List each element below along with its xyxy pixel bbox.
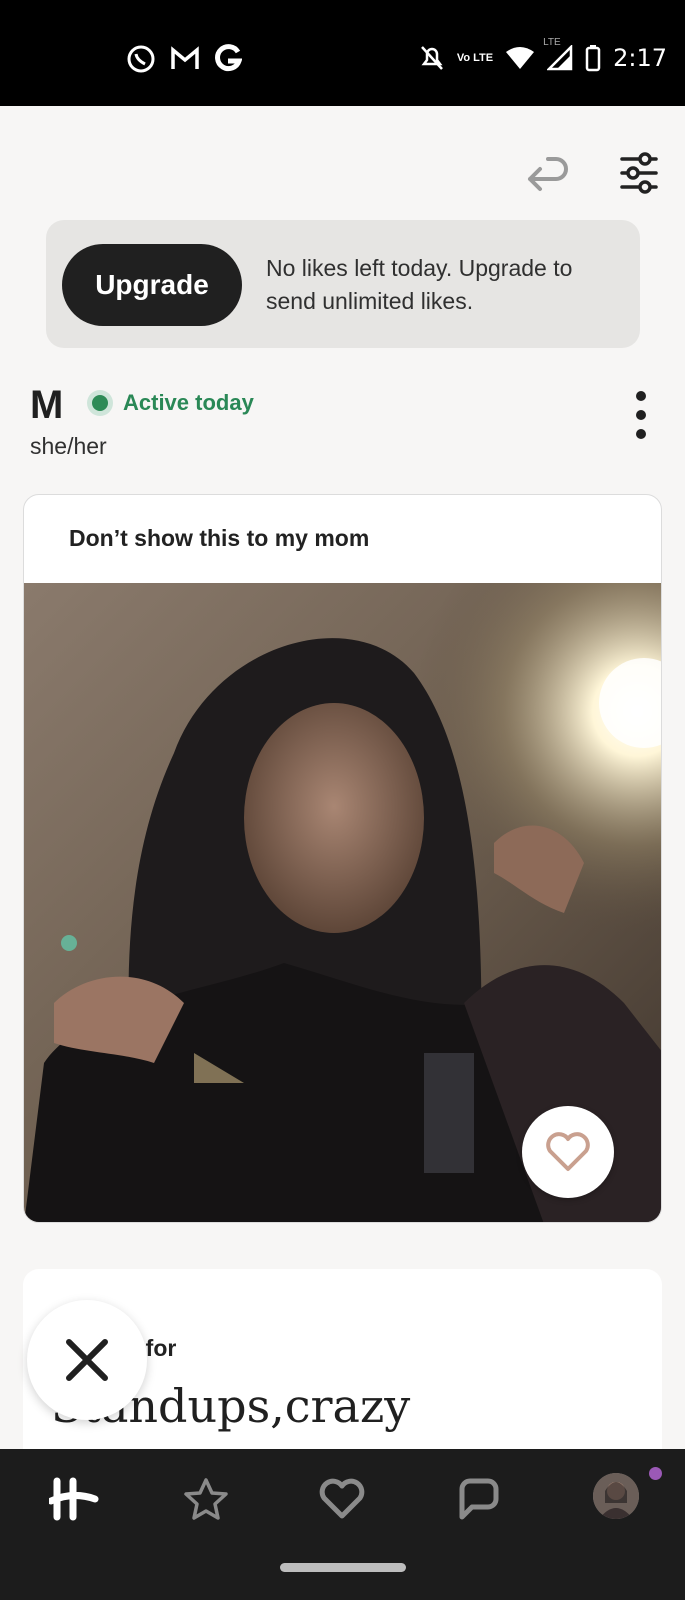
profile-tab[interactable]	[593, 1473, 639, 1519]
wifi-icon	[506, 47, 535, 69]
volte-icon: Vo LTE	[456, 51, 494, 64]
more-dot-icon	[636, 410, 646, 420]
activity-status: Active today	[87, 390, 254, 416]
filter-button[interactable]	[616, 150, 662, 196]
battery-icon	[585, 45, 601, 72]
hinge-logo-icon	[49, 1477, 99, 1521]
upgrade-banner: Upgrade No likes left today. Upgrade to …	[46, 220, 640, 348]
notification-dot	[649, 1467, 662, 1480]
gmail-icon	[171, 46, 199, 69]
lte-label: LTE	[543, 37, 561, 48]
whatsapp-icon	[127, 45, 155, 73]
matches-tab[interactable]	[451, 1471, 507, 1527]
more-options-button[interactable]	[626, 391, 656, 439]
active-dot-icon	[87, 390, 113, 416]
home-tab[interactable]	[46, 1471, 102, 1527]
system-status: Vo LTE LTE 2:17	[419, 37, 667, 72]
silent-icon	[420, 46, 443, 70]
signal-icon	[547, 45, 573, 71]
more-dot-icon	[636, 429, 646, 439]
standouts-tab[interactable]	[178, 1471, 234, 1527]
heart-icon	[319, 1478, 365, 1519]
clock: 2:17	[613, 44, 667, 72]
filter-icon	[620, 152, 658, 194]
undo-button[interactable]	[525, 150, 571, 196]
like-button[interactable]	[522, 1106, 614, 1198]
chat-icon	[459, 1478, 499, 1520]
banner-message: No likes left today. Upgrade to send unl…	[266, 255, 573, 314]
close-icon	[66, 1339, 108, 1381]
skip-button[interactable]	[27, 1300, 147, 1420]
undo-icon	[528, 157, 568, 191]
status-bar: Vo LTE LTE 2:17	[0, 0, 685, 106]
upgrade-button[interactable]: Upgrade	[62, 244, 242, 326]
heart-icon	[546, 1132, 590, 1171]
photo-caption: Don’t show this to my mom	[69, 525, 370, 551]
more-dot-icon	[636, 391, 646, 401]
pronouns: she/her	[30, 433, 107, 459]
avatar	[593, 1473, 639, 1519]
profile-header: M Active today she/her	[30, 385, 660, 460]
activity-label: Active today	[123, 390, 254, 415]
home-indicator[interactable]	[280, 1563, 406, 1572]
star-icon	[184, 1478, 228, 1520]
bottom-navigation	[0, 1449, 685, 1600]
top-toolbar	[0, 106, 685, 210]
google-icon	[215, 44, 242, 72]
likes-tab[interactable]	[314, 1471, 370, 1527]
notification-icons	[126, 44, 242, 74]
